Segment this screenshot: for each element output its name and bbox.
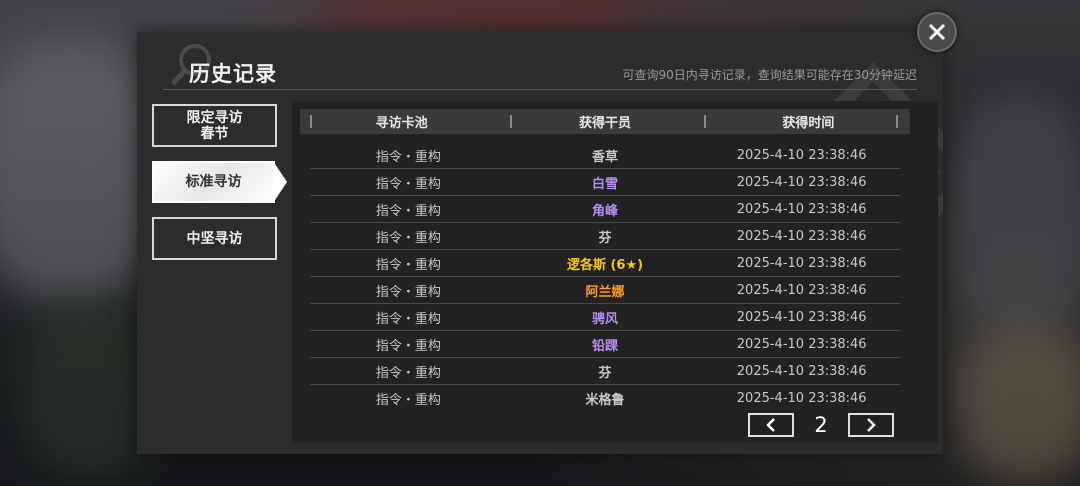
pool-cell: 指令・重构 bbox=[375, 284, 441, 300]
column-operator: 获得干员 bbox=[578, 116, 631, 131]
table-row: 指令・重构 骋风 2025-4-10 23:38:46 bbox=[310, 304, 900, 331]
pool-cell: 指令・重构 bbox=[375, 149, 441, 165]
time-cell: 2025-4-10 23:38:46 bbox=[736, 255, 867, 271]
table-row: 指令・重构 芬 2025-4-10 23:38:46 bbox=[310, 223, 900, 250]
time-cell: 2025-4-10 23:38:46 bbox=[736, 201, 867, 217]
banner-tabs: 限定寻访 春节 标准寻访 中坚寻访 bbox=[152, 104, 287, 274]
table-row: 指令・重构 阿兰娜 2025-4-10 23:38:46 bbox=[310, 277, 900, 304]
chevron-right-icon bbox=[867, 418, 876, 432]
time-cell: 2025-4-10 23:38:46 bbox=[736, 309, 867, 325]
tab-label: 标准寻访 bbox=[185, 174, 242, 190]
table-row: 指令・重构 香草 2025-4-10 23:38:46 bbox=[310, 142, 900, 169]
tab-label: 限定寻访 bbox=[186, 109, 243, 126]
pool-cell: 指令・重构 bbox=[375, 176, 441, 192]
table-header: 寻访卡池 获得干员 获得时间 bbox=[300, 109, 910, 134]
tab-limited-banner[interactable]: 限定寻访 春节 bbox=[152, 104, 277, 147]
tab-label: 中坚寻访 bbox=[186, 230, 243, 247]
operator-cell: 铅踝 bbox=[592, 338, 619, 354]
operator-cell: 芬 bbox=[598, 365, 612, 381]
time-cell: 2025-4-10 23:38:46 bbox=[736, 363, 867, 379]
column-time: 获得时间 bbox=[782, 116, 835, 131]
pool-cell: 指令・重构 bbox=[375, 365, 441, 381]
pool-cell: 指令・重构 bbox=[375, 393, 441, 408]
operator-cell: 角峰 bbox=[592, 203, 619, 219]
header-separator bbox=[896, 115, 898, 128]
tab-standard-banner[interactable]: 标准寻访 bbox=[152, 161, 287, 203]
prev-page-button[interactable] bbox=[748, 413, 794, 437]
history-panel: 历史记录 可查询90日内寻访记录，查询结果可能存在30分钟延迟 限定寻访 春节 … bbox=[137, 32, 943, 454]
tab-core-banner[interactable]: 中坚寻访 bbox=[152, 217, 277, 260]
table-row: 指令・重构 米格鲁 2025-4-10 23:38:46 bbox=[310, 385, 900, 412]
pagination: 2 bbox=[748, 413, 894, 437]
time-cell: 2025-4-10 23:38:46 bbox=[736, 282, 867, 298]
pool-cell: 指令・重构 bbox=[375, 311, 441, 327]
next-page-button[interactable] bbox=[848, 413, 894, 437]
table-body: 指令・重构 香草 2025-4-10 23:38:46 指令・重构 白雪 2025-4-… bbox=[310, 142, 900, 412]
table-row: 指令・重构 芬 2025-4-10 23:38:46 bbox=[310, 358, 900, 385]
pool-cell: 指令・重构 bbox=[375, 230, 441, 246]
table-row: 指令・重构 逻各斯 (6★) 2025-4-10 23:38:46 bbox=[310, 250, 900, 277]
operator-cell: 米格鲁 bbox=[585, 393, 625, 408]
page-number: 2 bbox=[814, 413, 828, 437]
query-note: 可查询90日内寻访记录，查询结果可能存在30分钟延迟 bbox=[622, 68, 917, 82]
time-cell: 2025-4-10 23:38:46 bbox=[736, 228, 867, 244]
page-title: 历史记录 bbox=[189, 62, 277, 86]
chevron-left-icon bbox=[766, 418, 775, 432]
time-cell: 2025-4-10 23:38:46 bbox=[736, 336, 867, 352]
pool-cell: 指令・重构 bbox=[375, 203, 441, 219]
history-table: 寻访卡池 获得干员 获得时间 指令・重构 香草 2025-4-10 23:38:46… bbox=[292, 101, 938, 443]
tab-sublabel: 春节 bbox=[200, 125, 229, 142]
table-row: 指令・重构 白雪 2025-4-10 23:38:46 bbox=[310, 169, 900, 196]
column-pool: 寻访卡池 bbox=[375, 116, 428, 131]
operator-cell: 香草 bbox=[592, 149, 619, 165]
close-icon bbox=[928, 23, 946, 41]
pool-cell: 指令・重构 bbox=[375, 338, 441, 354]
table-row: 指令・重构 铅踝 2025-4-10 23:38:46 bbox=[310, 331, 900, 358]
title-divider bbox=[163, 89, 917, 90]
operator-cell: 逻各斯 (6★) bbox=[566, 257, 644, 273]
pool-cell: 指令・重构 bbox=[375, 257, 441, 273]
time-cell: 2025-4-10 23:38:46 bbox=[736, 174, 867, 190]
operator-cell: 阿兰娜 bbox=[585, 284, 625, 300]
time-cell: 2025-4-10 23:38:46 bbox=[736, 391, 867, 406]
operator-cell: 骋风 bbox=[592, 311, 619, 327]
operator-cell: 芬 bbox=[598, 230, 612, 246]
close-button[interactable] bbox=[917, 12, 957, 52]
table-row: 指令・重构 角峰 2025-4-10 23:38:46 bbox=[310, 196, 900, 223]
operator-cell: 白雪 bbox=[592, 176, 619, 192]
time-cell: 2025-4-10 23:38:46 bbox=[736, 147, 867, 163]
